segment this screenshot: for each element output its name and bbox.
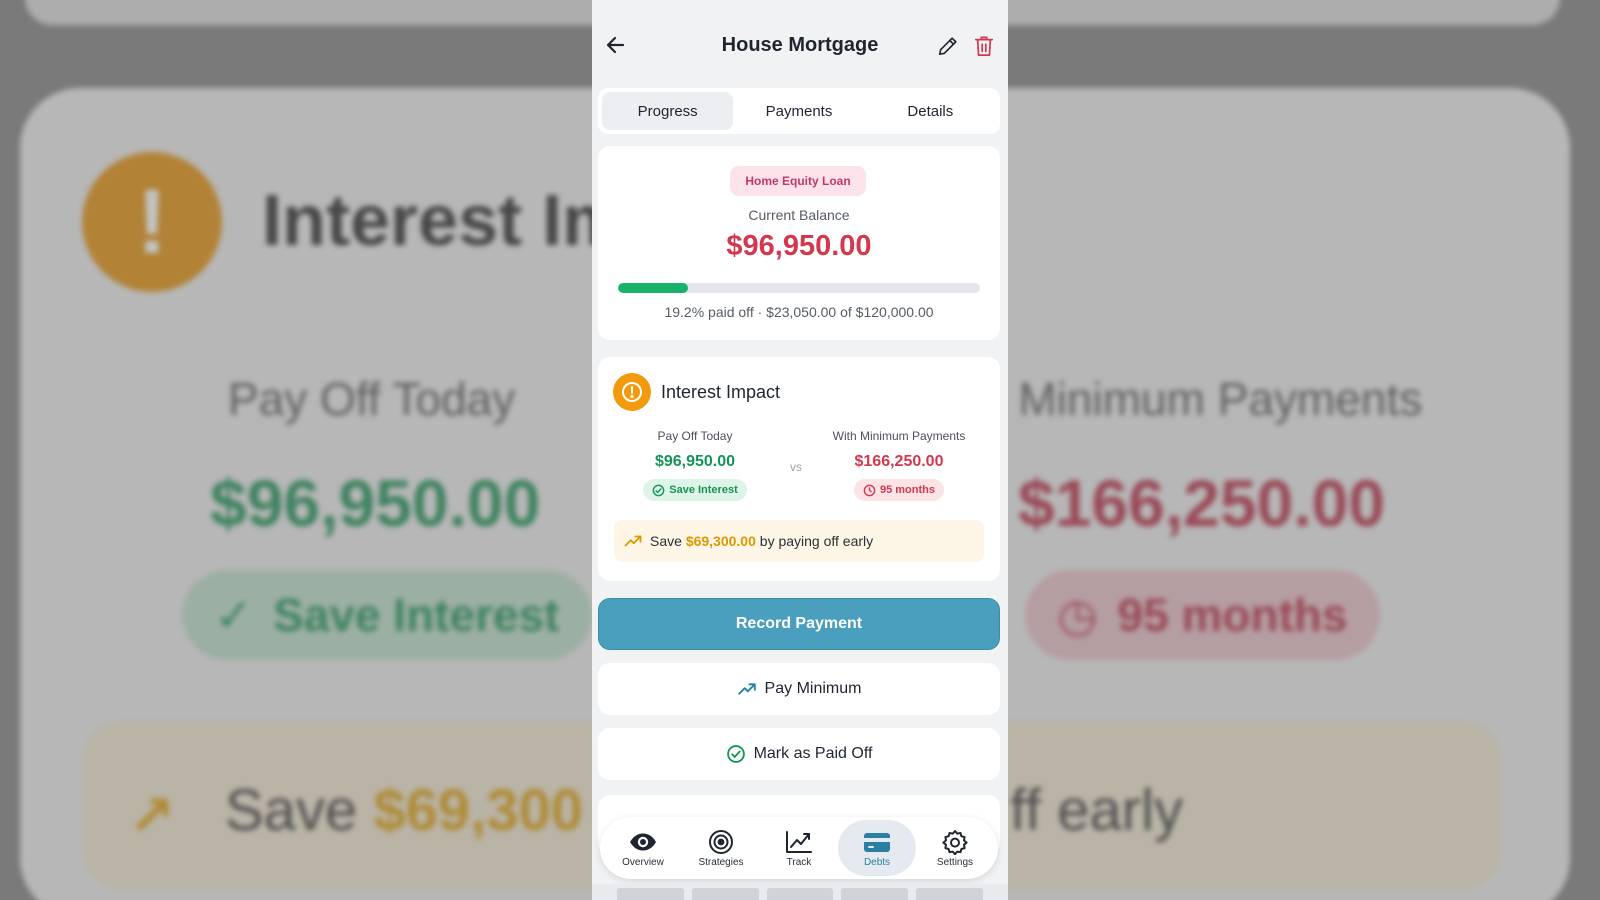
savings-prefix: Save [650, 533, 682, 549]
strip-segment [841, 888, 909, 900]
loan-type-badge: Home Equity Loan [730, 166, 866, 196]
minimum-payments-amount: $166,250.00 [854, 453, 944, 470]
card-icon [864, 832, 890, 852]
bg-save-suffix: ff early [1010, 778, 1184, 843]
strip-segment [617, 888, 684, 900]
mark-paid-off-button[interactable]: Mark as Paid Off [598, 728, 1000, 780]
current-balance-amount: $96,950.00 [726, 230, 872, 262]
months-pill: 95 months [853, 479, 944, 501]
record-payment-button[interactable]: Record Payment [598, 598, 1000, 650]
trash-icon[interactable] [974, 35, 994, 57]
pay-off-today-amount: $96,950.00 [654, 453, 736, 470]
bg-left-pill-label: Save Interest [273, 589, 560, 641]
phone-screen: House Mortgage Progress Payments Details… [592, 0, 1008, 900]
progress-text: 19.2% paid off · $23,050.00 of $120,000.… [664, 304, 934, 320]
bg-right-label: n Minimum Payments [980, 373, 1423, 425]
tab-details[interactable]: Details [865, 92, 996, 130]
bg-right-amount: $166,250.00 [1018, 466, 1386, 540]
target-icon [709, 829, 733, 854]
nav-overview[interactable]: Overview [604, 820, 682, 876]
strip-segment [916, 888, 983, 900]
interest-impact-card: Interest Impact Pay Off Today $96,950.00… [598, 357, 1000, 581]
current-balance-label: Current Balance [748, 207, 850, 223]
save-interest-label: Save Interest [669, 484, 738, 496]
nav-settings-label: Settings [936, 856, 974, 868]
bg-title: Interest Im [262, 181, 627, 261]
savings-suffix: by paying off early [759, 533, 874, 549]
bg-right-pill: ◷ 95 months [1025, 570, 1380, 660]
interest-impact-title: Interest Impact [661, 382, 781, 402]
strip-segment [691, 888, 759, 900]
bg-clock-icon: ◷ [1057, 589, 1098, 641]
minimum-payments-column: With Minimum Payments $166,250.00 95 mon… [824, 429, 974, 502]
bottom-strip [592, 884, 1008, 900]
tab-payments[interactable]: Payments [733, 92, 864, 130]
pay-minimum-button[interactable]: Pay Minimum [598, 663, 1000, 715]
payoff-progress-bar [618, 283, 980, 293]
edit-pencil-icon[interactable] [937, 35, 959, 57]
nav-overview-label: Overview [622, 856, 664, 868]
bg-right-pill-label: 95 months [1117, 589, 1348, 641]
savings-summary: Save $69,300.00 by paying off early [614, 520, 984, 562]
header: House Mortgage [592, 0, 1008, 86]
bg-save-text: Save $69,300 [225, 777, 583, 844]
savings-amount: $69,300.00 [685, 533, 756, 549]
bottom-navigation: Overview Strategies Track Debts Settings [600, 817, 998, 879]
nav-strategies-label: Strategies [698, 856, 744, 868]
bg-save-prefix: Save [225, 778, 358, 843]
payoff-progress-fill [618, 283, 688, 293]
bg-alert-icon: ! [82, 152, 222, 292]
pay-off-today-label: Pay Off Today [657, 429, 733, 443]
clock-icon [863, 484, 876, 496]
tab-bar: Progress Payments Details [598, 88, 1000, 134]
nav-track-label: Track [786, 856, 812, 868]
bg-left-label: Pay Off Today [228, 373, 516, 425]
strip-segment [766, 888, 834, 900]
savings-text: Save $69,300.00 by paying off early [650, 533, 873, 549]
nav-debts[interactable]: Debts [838, 820, 916, 876]
bg-left-amount: $96,950.00 [210, 466, 541, 540]
balance-card: Home Equity Loan Current Balance $96,950… [598, 146, 1000, 340]
bg-trend-icon: ↗ [128, 784, 175, 847]
nav-settings[interactable]: Settings [916, 820, 994, 876]
pay-minimum-label: Pay Minimum [764, 680, 862, 697]
tab-progress[interactable]: Progress [602, 92, 734, 130]
gear-icon [942, 829, 968, 855]
chart-line-icon [786, 830, 812, 853]
save-interest-pill: Save Interest [643, 479, 747, 501]
nav-debts-label: Debts [863, 856, 891, 868]
check-circle-icon [652, 484, 665, 496]
eye-icon [630, 833, 656, 850]
bg-left-pill: ✓ Save Interest [182, 570, 592, 660]
mark-paid-off-label: Mark as Paid Off [753, 745, 873, 762]
trending-up-icon [737, 683, 756, 695]
months-label: 95 months [879, 484, 935, 496]
alert-circle-icon [613, 373, 651, 411]
vs-label: vs [790, 460, 802, 474]
bg-check-icon: ✓ [214, 589, 254, 641]
check-circle-icon [726, 745, 745, 763]
trending-up-icon [624, 535, 642, 547]
minimum-payments-label: With Minimum Payments [832, 429, 966, 443]
bg-save-amount: $69,300 [373, 778, 583, 843]
pay-off-today-column: Pay Off Today $96,950.00 Save Interest [620, 429, 770, 502]
nav-track[interactable]: Track [760, 820, 838, 876]
nav-strategies[interactable]: Strategies [682, 820, 760, 876]
